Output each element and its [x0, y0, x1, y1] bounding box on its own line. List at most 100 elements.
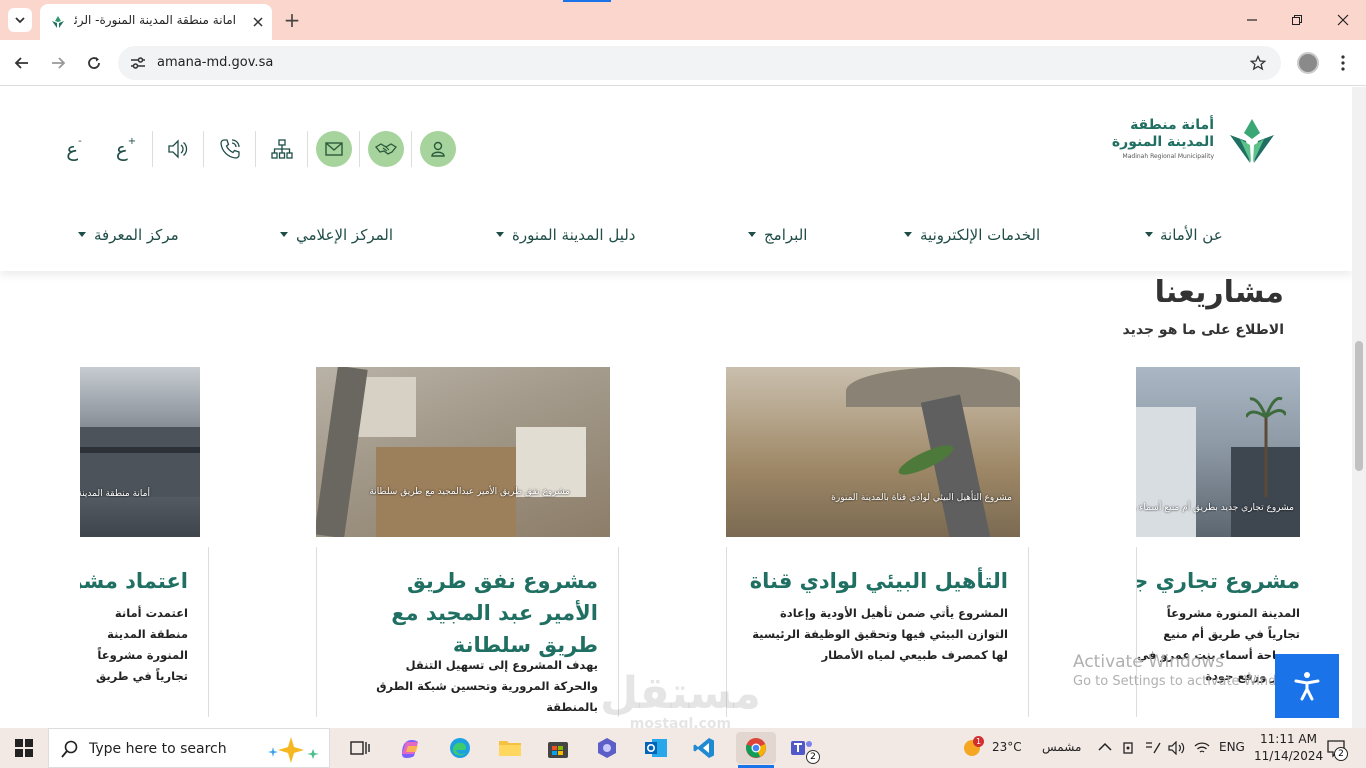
minimize-icon	[1247, 19, 1257, 21]
chevron-up-icon[interactable]	[1098, 742, 1112, 752]
weather-temperature[interactable]: 23°C	[992, 740, 1022, 754]
tab-close-button[interactable]	[246, 10, 270, 34]
tab-search-button[interactable]	[8, 8, 32, 32]
nav-programs[interactable]: البرامج	[764, 226, 807, 244]
call-button[interactable]	[212, 131, 248, 167]
app-icon-purple[interactable]	[591, 732, 623, 764]
close-window-button[interactable]	[1331, 8, 1355, 32]
vscode-icon	[693, 738, 714, 758]
login-button[interactable]	[420, 131, 456, 167]
project-title[interactable]: اعتماد مشروع	[80, 565, 188, 597]
reload-icon	[88, 57, 100, 69]
sparkle-icon	[268, 737, 319, 763]
section-subtitle: الاطلاع على ما هو جديد	[1122, 322, 1284, 338]
url-text: amana-md.gov.sa	[157, 55, 274, 70]
project-title[interactable]: مشروع نفق طريق الأمير عبد المجيد مع طريق…	[356, 565, 598, 661]
site-logo[interactable]: أمانة منطقة المدينة المنورة Madinah Regi…	[1108, 113, 1280, 173]
input-language[interactable]: ENG	[1219, 740, 1245, 754]
teams-app[interactable]: 2	[786, 732, 820, 764]
wifi-icon[interactable]	[1194, 741, 1210, 755]
nav-eservices[interactable]: الخدمات الإلكترونية	[920, 226, 1040, 244]
project-title[interactable]: مشروع تجاري جديد	[1136, 565, 1300, 597]
project-image[interactable]: مشروع تجاري جديد بطريق أم منيع أسماء بنت…	[1136, 367, 1300, 537]
forward-button[interactable]	[46, 51, 70, 75]
handshake-icon	[375, 143, 397, 155]
notification-count: 2	[1334, 747, 1348, 761]
building-shape	[80, 427, 200, 497]
divider	[411, 131, 412, 167]
partnership-button[interactable]	[368, 131, 404, 167]
nav-media-center[interactable]: المركز الإعلامي	[296, 226, 393, 244]
hex-app-icon	[598, 738, 616, 758]
volume-icon[interactable]	[1168, 741, 1186, 755]
restore-icon	[1292, 15, 1302, 25]
task-view-button[interactable]	[344, 732, 376, 764]
building-shape	[80, 447, 200, 453]
nav-city-guide[interactable]: دليل المدينة المنورة	[512, 226, 636, 244]
speaker-icon	[168, 139, 188, 159]
chevron-down-icon	[904, 232, 912, 237]
profile-avatar[interactable]	[1297, 52, 1319, 74]
palm-tree-icon	[1246, 396, 1286, 497]
user-icon	[431, 141, 445, 157]
tab-title: امانة منطقة المدينة المنورة- الرئيسية	[74, 13, 236, 27]
building-shape	[1136, 407, 1196, 537]
url-field[interactable]: amana-md.gov.sa	[118, 46, 1281, 80]
folder-icon	[499, 741, 521, 756]
star-icon[interactable]	[1250, 55, 1266, 71]
clock-time[interactable]: 11:11 AM	[1260, 732, 1317, 746]
chevron-down-icon	[15, 17, 25, 24]
font-decrease-label: ع	[66, 137, 79, 161]
sitemap-button[interactable]	[264, 131, 300, 167]
decrease-font-button[interactable]: ع -	[56, 131, 92, 167]
restore-button[interactable]	[1285, 8, 1309, 32]
weather-badge: 1	[973, 736, 984, 747]
taskbar-search-box[interactable]: Type here to search	[48, 728, 330, 768]
start-button[interactable]	[8, 732, 40, 764]
project-image[interactable]: مشروع نفق طريق الأمير عبدالمجيد مع طريق …	[316, 367, 610, 537]
edge-icon	[450, 738, 470, 758]
page-scrollbar[interactable]	[1352, 87, 1366, 728]
close-icon	[1337, 14, 1349, 26]
vscode-app[interactable]	[688, 732, 720, 764]
reload-button[interactable]	[82, 51, 106, 75]
accessibility-icon	[1294, 672, 1320, 701]
divider	[152, 131, 153, 167]
chevron-down-icon	[78, 232, 86, 237]
outlook-app[interactable]	[640, 732, 672, 764]
divider	[307, 131, 308, 167]
section-title: مشاريعنا	[1154, 275, 1284, 310]
project-image[interactable]: أمانة منطقة المدينة المنورة تعتمد مشروع …	[80, 367, 200, 537]
file-explorer-app[interactable]	[494, 732, 526, 764]
minimize-button[interactable]	[1240, 8, 1264, 32]
nav-knowledge-center[interactable]: مركز المعرفة	[94, 226, 179, 244]
camera-icon[interactable]	[1122, 741, 1136, 755]
edge-app[interactable]	[444, 732, 476, 764]
project-title[interactable]: التأهيل البيئي لوادي قناة	[726, 565, 1008, 597]
increase-font-button[interactable]: ع +	[108, 131, 144, 167]
nav-about[interactable]: عن الأمانة	[1160, 226, 1223, 244]
contact-email-button[interactable]	[316, 131, 352, 167]
copilot-icon	[402, 740, 418, 758]
read-aloud-button[interactable]	[160, 131, 196, 167]
network-icon[interactable]	[1145, 741, 1161, 755]
search-placeholder: Type here to search	[89, 741, 227, 757]
scrollbar-thumb[interactable]	[1355, 341, 1363, 471]
store-icon	[548, 742, 568, 758]
weather-condition[interactable]: مشمس	[1042, 740, 1081, 754]
chrome-app[interactable]	[736, 732, 776, 764]
new-tab-button[interactable]: +	[280, 8, 304, 32]
store-app[interactable]	[542, 732, 574, 764]
back-button[interactable]	[10, 51, 34, 75]
menu-button[interactable]	[1331, 51, 1355, 75]
search-icon	[61, 740, 78, 758]
chevron-down-icon	[1145, 232, 1153, 237]
copilot-app[interactable]	[394, 732, 426, 764]
more-vertical-icon	[1341, 55, 1345, 71]
clock-date[interactable]: 11/14/2024	[1254, 749, 1323, 763]
browser-tab[interactable]: امانة منطقة المدينة المنورة- الرئيسية	[40, 4, 272, 40]
logo-line2: المدينة المنورة	[1111, 134, 1214, 150]
project-image[interactable]: مشروع التأهيل البيئي لوادي قناة بالمدينة…	[726, 367, 1020, 537]
accessibility-button[interactable]	[1275, 654, 1339, 718]
task-view-icon	[350, 741, 370, 755]
